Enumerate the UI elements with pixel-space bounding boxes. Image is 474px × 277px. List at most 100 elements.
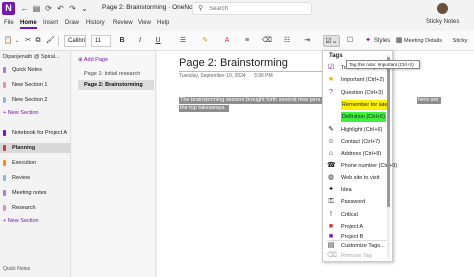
format-painter-icon[interactable]: 🖌 — [46, 35, 55, 47]
page-list: ⊕ Add Page Page 1: Initial research Page… — [72, 51, 156, 277]
underline-button[interactable]: U — [154, 35, 162, 47]
remove-tag-button[interactable]: ⌫ Remove Tag — [325, 251, 385, 261]
tag-address[interactable]: ⌂ Address (Ctrl+8) — [325, 149, 385, 159]
tag-button[interactable]: ☑⌄ — [323, 35, 340, 47]
font-name-select[interactable]: Calibri — [64, 35, 86, 47]
quick-notes-footer[interactable]: Quick Notes — [3, 266, 30, 272]
tab-home[interactable]: Home — [20, 20, 37, 29]
customize-tags-button[interactable]: ▤ Customize Tags... — [325, 241, 385, 251]
add-section-button[interactable]: + New Section — [3, 218, 39, 224]
section-label: Research — [12, 205, 36, 211]
tag-important[interactable]: ★ Important (Ctrl+2) — [325, 75, 385, 85]
add-section-button[interactable]: + New Section — [3, 110, 39, 116]
tag-password[interactable]: ⚿ Password — [325, 197, 385, 207]
ribbon-divider — [58, 36, 59, 46]
tab-history[interactable]: History — [86, 20, 105, 26]
exclamation-icon: ! — [330, 211, 332, 218]
bold-button[interactable]: B — [118, 35, 126, 47]
tag-idea[interactable]: ✦ Idea — [325, 185, 385, 195]
section-label: Meeting notes — [12, 190, 47, 196]
copy-icon[interactable]: ⧉ — [34, 35, 42, 47]
section-color-bar — [3, 160, 6, 166]
note-line-1-tail[interactable]: here are — [417, 97, 441, 104]
list-icon[interactable]: ☷ — [282, 35, 292, 47]
phone-icon: ☎ — [327, 162, 336, 169]
section-color-bar — [3, 67, 6, 73]
tab-review[interactable]: Review — [113, 20, 133, 26]
tab-help[interactable]: Help — [157, 20, 169, 26]
tag-critical[interactable]: ! Critical — [325, 210, 385, 220]
section-research[interactable]: Research — [0, 203, 71, 213]
todo-tag-icon[interactable]: ☐ — [345, 35, 355, 47]
notebook-icon[interactable]: ▤ — [32, 4, 41, 13]
sync-icon[interactable]: ⟳ — [44, 4, 53, 13]
quick-access-dropdown-icon[interactable]: ⌄ — [80, 4, 89, 13]
page-item-1[interactable]: Page 1: Initial research — [78, 69, 154, 79]
tag-label: Password — [341, 199, 366, 205]
search-input[interactable] — [209, 4, 309, 14]
meeting-icon[interactable]: ▦ — [395, 35, 403, 47]
avatar[interactable] — [437, 3, 448, 14]
tab-draw[interactable]: Draw — [65, 20, 79, 26]
redo-icon[interactable]: ↷ — [68, 4, 77, 13]
tag-definition[interactable]: Definition (Ctrl+5) — [325, 112, 386, 122]
project-b-icon: ■ — [328, 233, 334, 240]
star-icon: ★ — [327, 76, 335, 83]
section-new-section-2[interactable]: New Section 2 — [0, 95, 71, 105]
tag-project-a[interactable]: ■ Project A — [325, 222, 385, 232]
tag-question[interactable]: ? Question (Ctrl+3) — [325, 88, 385, 98]
highlight-icon[interactable]: ✎ — [200, 35, 210, 47]
font-color-icon[interactable]: A — [222, 35, 232, 47]
indent-icon[interactable]: ⇥ — [302, 35, 312, 47]
home-icon: ⌂ — [328, 150, 334, 157]
tab-insert[interactable]: Insert — [43, 20, 58, 26]
back-icon[interactable]: ← — [20, 4, 29, 13]
align-icon[interactable]: ≡ — [242, 35, 252, 47]
title-underline — [179, 71, 329, 72]
search-box[interactable]: ⚲ — [192, 2, 312, 15]
note-line-1[interactable]: The brainstorming session brought forth … — [179, 97, 345, 104]
tag-contact[interactable]: ☺ Contact (Ctrl+7) — [325, 137, 385, 147]
section-planning[interactable]: Planning — [0, 143, 71, 153]
section-label: Execution — [12, 160, 37, 166]
page-item-2[interactable]: Page 2: Brainstorming — [78, 80, 154, 90]
tag-project-b[interactable]: ■ Project B — [325, 232, 385, 240]
cut-icon[interactable]: ✂ — [24, 35, 32, 47]
notebook-pane: Dipanjenath @ Spiral... Quick Notes New … — [0, 51, 71, 277]
tab-view[interactable]: View — [138, 20, 151, 26]
tag-phone-number[interactable]: ☎ Phone number (Ctrl+9) — [325, 161, 397, 171]
section-color-bar — [3, 190, 6, 196]
note-line-2[interactable]: the top takeaways. — [179, 105, 229, 112]
italic-button[interactable]: I — [136, 35, 144, 47]
notebook-name[interactable]: Dipanjenath @ Spiral... — [3, 54, 60, 60]
paste-icon[interactable]: 📋 — [3, 35, 13, 47]
page-canvas[interactable]: Page 2: Brainstorming Tuesday, September… — [157, 51, 474, 277]
paste-dropdown-icon[interactable]: ⌄ — [14, 35, 20, 47]
section-execution[interactable]: Execution — [0, 158, 71, 168]
notebook-project-a[interactable]: Notebook for Project A — [0, 128, 71, 138]
section-quick-notes[interactable]: Quick Notes — [0, 65, 71, 75]
tab-file[interactable]: File — [4, 20, 14, 26]
section-new-section-1[interactable]: New Section 1 — [0, 80, 71, 90]
font-size-select[interactable]: 11 — [91, 35, 111, 47]
bullets-icon[interactable]: ☰ — [178, 35, 188, 47]
dropdown-scrollbar-thumb[interactable] — [387, 57, 390, 207]
project-a-icon: ■ — [328, 223, 334, 230]
styles-button[interactable]: Styles — [372, 35, 392, 47]
tag-remember-for-later[interactable]: Remember for later — [325, 100, 391, 110]
clear-formatting-icon[interactable]: ⌫ — [262, 35, 272, 47]
section-meeting-notes[interactable]: Meeting notes — [0, 188, 71, 198]
page-title[interactable]: Page 2: Brainstorming — [179, 57, 288, 69]
tag-label: Question (Ctrl+3) — [341, 90, 384, 96]
meeting-details-button[interactable]: Meeting Details — [403, 35, 443, 47]
section-color-bar — [3, 145, 6, 151]
sticky-button[interactable]: Sticky — [448, 35, 472, 47]
contact-icon: ☺ — [327, 138, 335, 145]
undo-icon[interactable]: ↶ — [56, 4, 65, 13]
tag-highlight[interactable]: ✎ Highlight (Ctrl+6) — [325, 125, 385, 135]
tag-web-site-to-visit[interactable]: ◍ Web site to visit — [325, 173, 385, 183]
add-page-button[interactable]: ⊕ Add Page — [78, 55, 128, 65]
tags-header: Tags — [329, 53, 343, 59]
sticky-notes-button[interactable]: Sticky Notes — [426, 19, 459, 25]
section-review[interactable]: Review — [0, 173, 71, 183]
